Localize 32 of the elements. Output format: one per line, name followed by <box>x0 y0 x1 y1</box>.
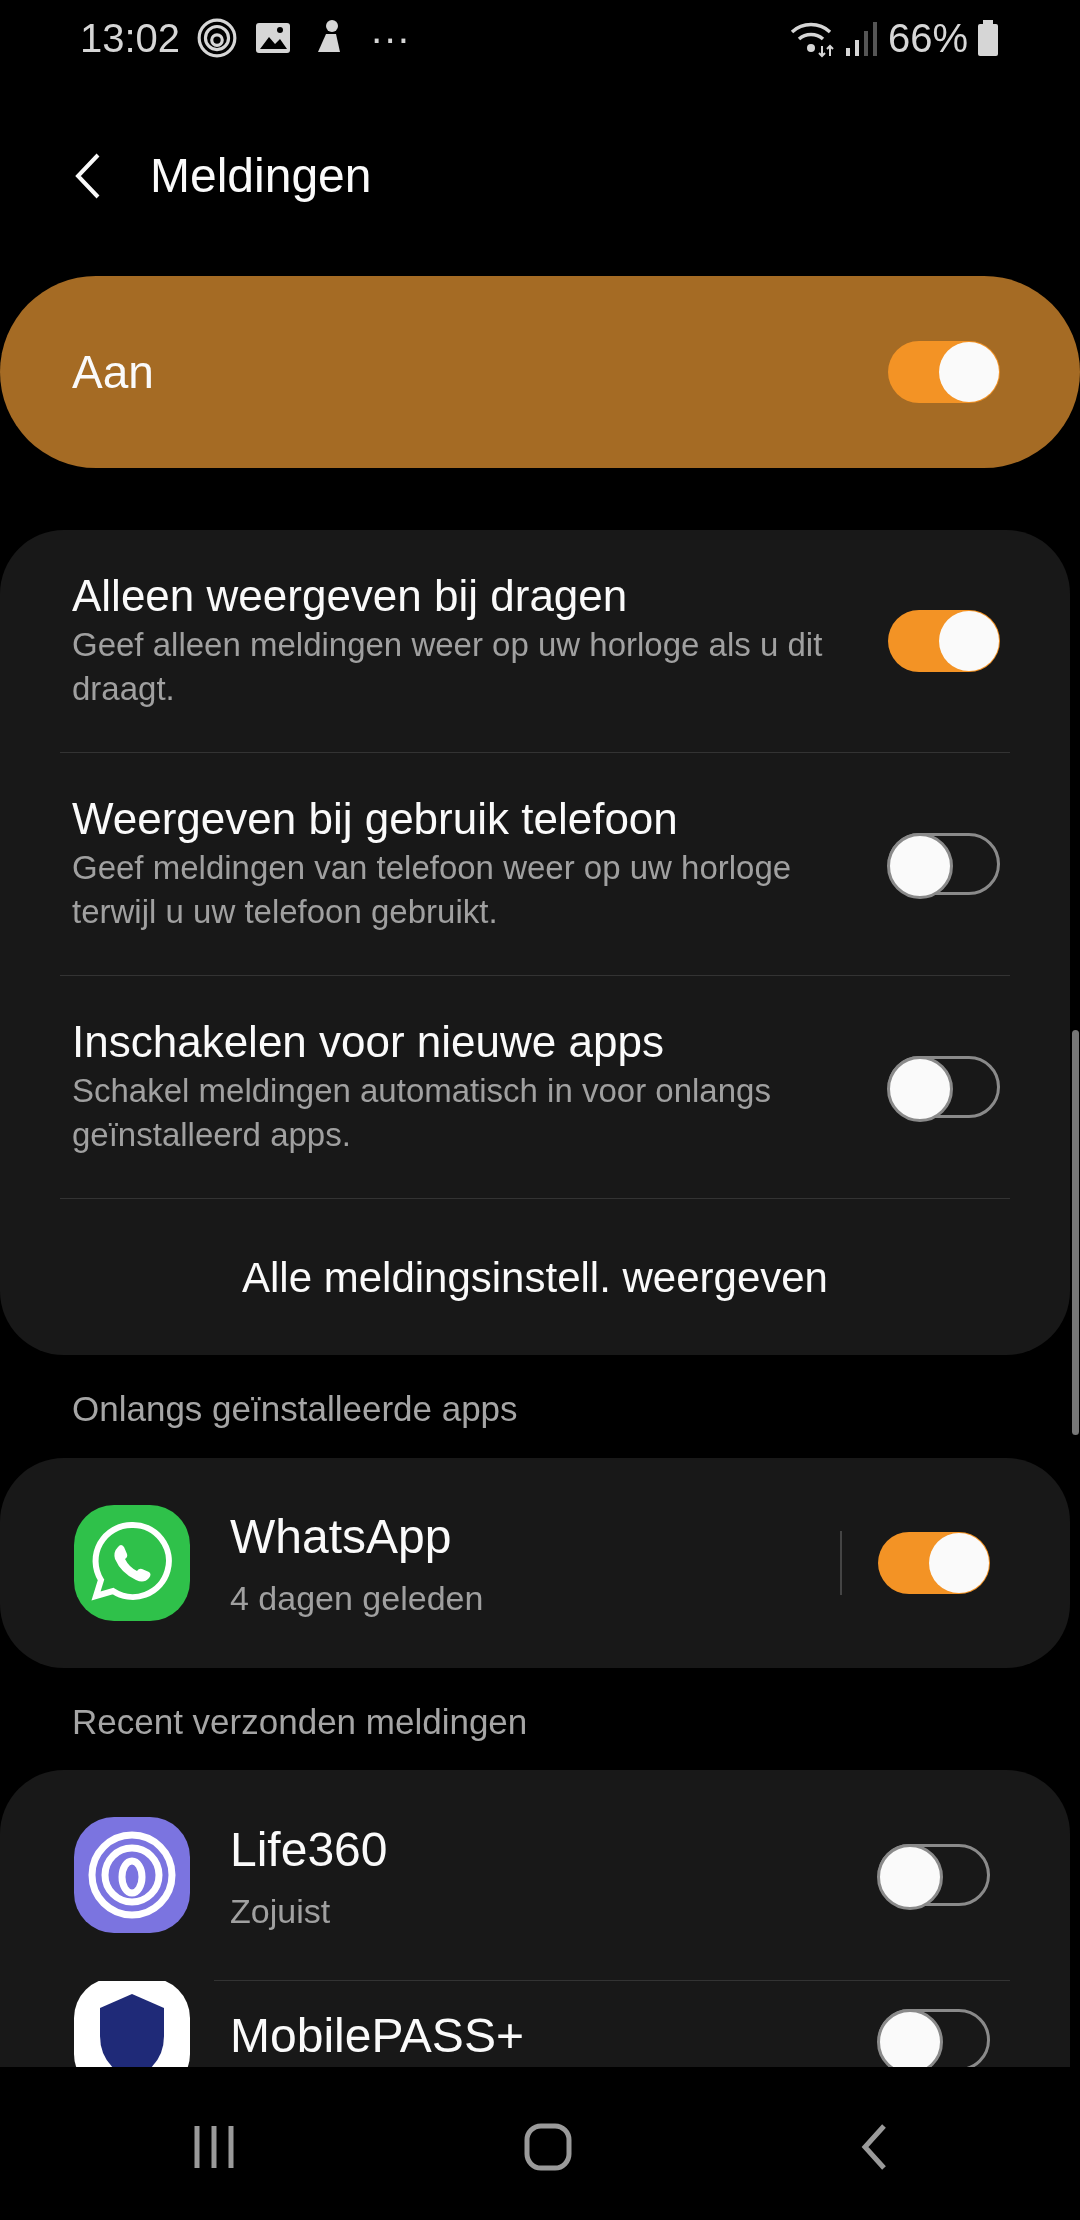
section-header: Recent verzonden meldingen <box>71 1700 529 1743</box>
setting-description: Schakel meldingen automatisch in voor onlangs geïnstalleerd apps. <box>72 1070 772 1156</box>
app-name: Life360 <box>230 1821 389 1878</box>
setting-title: Inschakelen voor nieuwe apps <box>72 1016 665 1069</box>
clock-time: 13:02 <box>80 15 181 62</box>
setting-title: Weergeven bij gebruik telefoon <box>72 793 679 846</box>
setting-row[interactable]: Weergeven bij gebruik telefoon Geef meldingen van telefoon weer op uw horloge terwijl u uw telefoon gebruikt. <box>0 753 1070 975</box>
master-switch-label: Aan <box>72 344 154 400</box>
master-switch-bar[interactable]: Aan <box>0 276 1080 468</box>
app-name: WhatsApp <box>230 1509 453 1565</box>
app-time: Zojuist <box>230 1890 332 1932</box>
image-icon <box>254 21 293 55</box>
section-header: Onlangs geïnstalleerde apps <box>71 1388 519 1430</box>
back-nav-button[interactable] <box>859 2123 889 2171</box>
battery-percentage: 66% <box>887 15 968 62</box>
show-all-settings-link[interactable]: Alle meldingsinstell. weergeven <box>242 1245 828 1309</box>
app-time: 4 dagen geleden <box>230 1578 485 1619</box>
setting-description: Geef meldingen van telefoon weer op uw horloge terwijl u uw telefoon gebruikt. <box>72 847 793 933</box>
battery-icon <box>976 18 1000 58</box>
setting-title: Alleen weergeven bij dragen <box>72 570 629 623</box>
shield-icon <box>72 1981 192 2067</box>
setting-row[interactable]: Alleen weergeven bij dragen Geef alleen meldingen weer op uw horloge als u dit draagt. <box>0 530 1070 752</box>
spiral-icon <box>196 17 239 59</box>
page-title: Meldingen <box>150 148 372 204</box>
more-indicator: ··· <box>370 15 411 62</box>
home-button[interactable] <box>523 2122 573 2172</box>
setting-description: Geef alleen meldingen weer op uw horloge als u dit draagt. <box>72 624 824 710</box>
app-name: MobilePASS+ <box>230 2008 525 2064</box>
spiral-icon <box>72 1815 192 1935</box>
app-row[interactable]: WhatsApp 4 dagen geleden <box>0 1457 1070 1668</box>
app-row[interactable]: Life360 Zojuist <box>0 1770 1070 1980</box>
setting-row[interactable]: Inschakelen voor nieuwe apps Schakel meldingen automatisch in voor onlangs geïnstalleerd apps. <box>0 976 1070 1198</box>
